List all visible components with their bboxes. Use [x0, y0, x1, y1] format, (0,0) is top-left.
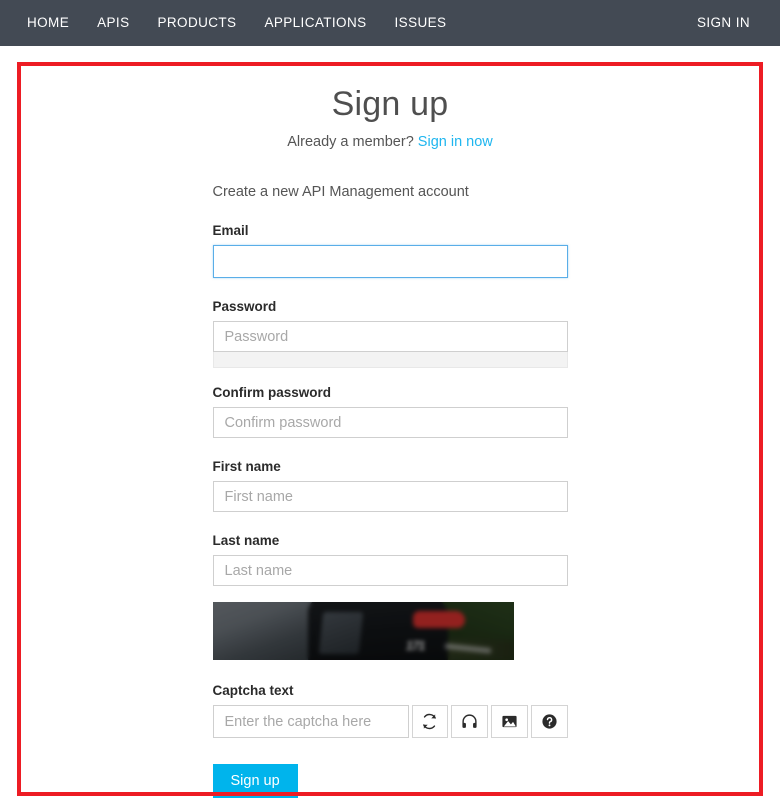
image-icon: [501, 713, 518, 730]
nav-item-products[interactable]: PRODUCTS: [143, 0, 250, 46]
confirm-password-input[interactable]: [212, 407, 568, 438]
field-confirm-password: Confirm password: [212, 384, 568, 438]
sign-in-now-link[interactable]: Sign in now: [418, 134, 493, 150]
refresh-icon: [421, 713, 438, 730]
sign-in-link[interactable]: SIGN IN: [683, 0, 764, 46]
field-first-name: First name: [212, 458, 568, 512]
nav-item-apis[interactable]: APIS: [83, 0, 143, 46]
email-input[interactable]: [212, 245, 568, 278]
nav-item-applications[interactable]: APPLICATIONS: [250, 0, 380, 46]
page-root: HOME APIS PRODUCTS APPLICATIONS ISSUES S…: [0, 0, 780, 811]
field-email: Email: [212, 222, 568, 278]
confirm-password-label: Confirm password: [212, 385, 332, 400]
top-navigation-bar: HOME APIS PRODUCTS APPLICATIONS ISSUES S…: [0, 0, 780, 46]
captcha-input-row: [212, 705, 568, 738]
signup-form: Create a new API Management account Emai…: [212, 150, 568, 798]
signup-submit-button[interactable]: Sign up: [212, 764, 298, 798]
captcha-refresh-button[interactable]: [411, 705, 449, 738]
field-password: Password: [212, 298, 568, 368]
page-title: Sign up: [331, 85, 449, 123]
captcha-image: 171: [212, 602, 514, 660]
captcha-label: Captcha text: [212, 683, 294, 698]
captcha-help-button[interactable]: [530, 705, 568, 738]
nav-item-home[interactable]: HOME: [13, 0, 83, 46]
password-strength-meter: [212, 352, 568, 368]
password-label: Password: [212, 299, 277, 314]
first-name-label: First name: [212, 459, 281, 474]
headphones-icon: [461, 713, 478, 730]
captcha-image-shade: [212, 602, 514, 660]
first-name-input[interactable]: [212, 481, 568, 512]
captcha-audio-button[interactable]: [451, 705, 488, 738]
last-name-label: Last name: [212, 533, 280, 548]
password-input[interactable]: [212, 321, 568, 352]
nav-item-issues[interactable]: ISSUES: [381, 0, 461, 46]
captcha-image-button[interactable]: [491, 705, 528, 738]
nav-links-group: HOME APIS PRODUCTS APPLICATIONS ISSUES: [0, 0, 460, 46]
field-last-name: Last name: [212, 532, 568, 586]
signin-prompt-text: Already a member?: [287, 134, 414, 150]
nav-right-group: SIGN IN: [683, 0, 764, 46]
signup-content: Sign up Already a member? Sign in now Cr…: [0, 46, 780, 811]
help-icon: [541, 713, 558, 730]
email-label: Email: [212, 223, 249, 238]
form-intro-text: Create a new API Management account: [212, 184, 469, 200]
captcha-input[interactable]: [212, 705, 409, 738]
last-name-input[interactable]: [212, 555, 568, 586]
signin-prompt: Already a member? Sign in now: [0, 125, 780, 150]
